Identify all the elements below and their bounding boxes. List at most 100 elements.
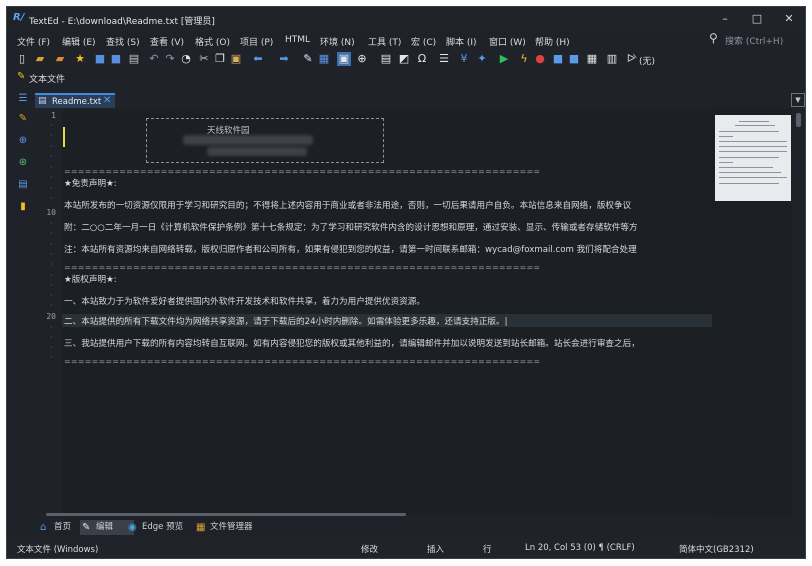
search-input[interactable]: 搜索 (Ctrl+H) <box>725 34 783 47</box>
grid-icon[interactable]: ▦ <box>585 52 599 66</box>
tag-tool-icon[interactable]: ✎ <box>17 113 29 125</box>
toolbar: ▯ ▰ ▰ ★ ■ ■ ▤ ↶ ↷ ◔ ✂ ❐ ▣ ⬅ ➡ ✎ ▦ ▣ ⊕ ▤ … <box>11 52 801 68</box>
horizontal-scroll-thumb[interactable] <box>46 513 406 516</box>
search-icon[interactable]: ⚲ <box>709 31 718 45</box>
title-bar: R/ TextEd - E:\download\Readme.txt [管理员]… <box>7 7 805 31</box>
theme-icon[interactable]: ᐭ <box>625 52 639 66</box>
menu-project[interactable]: 项目 (P) <box>240 35 273 48</box>
separator-line: ========================================… <box>64 263 541 272</box>
text-line: ★免责声明★: <box>64 179 117 189</box>
doc-type-dropdown[interactable]: 文本文件 <box>29 72 65 85</box>
stop-icon[interactable]: ■ <box>551 52 565 66</box>
pin-icon[interactable]: ✎ <box>301 52 315 66</box>
text-editor[interactable]: 1 10 20 · · · · · · · · · · · · · · · · · · · · · 天线软件… <box>34 109 712 515</box>
tab-close-icon[interactable]: ✕ <box>103 95 111 106</box>
text-line: 注：本站所有资源均来自网络转载，版权归原作者和公司所有，如果有侵犯到您的权益，请… <box>64 245 637 255</box>
tab-list-button[interactable]: ▼ <box>791 93 805 107</box>
lightning-icon[interactable]: ϟ <box>517 52 531 66</box>
line-number: 10 <box>46 208 56 217</box>
menu-tools[interactable]: 工具 (T) <box>368 35 401 48</box>
tab-file-manager-label: 文件管理器 <box>210 522 253 532</box>
status-mode[interactable]: 行 <box>483 543 492 555</box>
horizontal-scrollbar[interactable] <box>34 511 712 517</box>
menu-help[interactable]: 帮助 (H) <box>535 35 570 48</box>
tab-home-label: 首页 <box>54 522 72 532</box>
globe-dock-icon[interactable]: ⊕ <box>17 135 29 147</box>
menu-window[interactable]: 窗口 (W) <box>489 35 526 48</box>
menu-format[interactable]: 格式 (O) <box>195 35 230 48</box>
minimap-viewport[interactable] <box>715 115 791 201</box>
menu-html[interactable]: HTML <box>285 35 310 45</box>
save-all-icon[interactable]: ■ <box>109 52 123 66</box>
text-line: 本站所发布的一切资源仅限用于学习和研究目的；不得将上述内容用于商业或者非法用途，… <box>64 201 632 211</box>
line-gutter: 1 10 20 · · · · · · · · · · · · · · · · · · · · · <box>34 109 62 515</box>
text-line: 二、本站提供的所有下载文件均为网络共享资源，请于下载后的24小时内删除。如需体验… <box>64 317 508 327</box>
new-file-icon[interactable]: ▯ <box>15 52 29 66</box>
tag-icon[interactable]: ▤ <box>379 52 393 66</box>
text-line: ★版权声明★: <box>64 275 117 285</box>
minimize-button[interactable]: – <box>709 7 741 31</box>
favorites-star-icon[interactable]: ★ <box>73 52 87 66</box>
edit-icon: ✎ <box>82 522 91 533</box>
window-icon[interactable]: ▤ <box>17 179 29 191</box>
tab-file-manager[interactable]: ▦ 文件管理器 <box>194 520 280 535</box>
omega-icon[interactable]: Ω <box>415 52 429 66</box>
save-icon[interactable]: ■ <box>93 52 107 66</box>
close-button[interactable]: ✕ <box>773 7 805 31</box>
tab-readme[interactable]: ▤ Readme.txt ✕ <box>35 93 115 108</box>
frame-icon[interactable]: ◩ <box>397 52 411 66</box>
spell-icon[interactable]: ✦ <box>475 52 489 66</box>
find-icon[interactable]: ▦ <box>317 52 331 66</box>
text-line: 一、本站致力于为软件爱好者提供国内外软件开发技术和软件共享，着力为用户提供优资资… <box>64 297 425 307</box>
back-arrow-icon[interactable]: ⬅ <box>251 52 265 66</box>
preview-icon[interactable]: ▣ <box>337 52 351 66</box>
status-modified: 修改 <box>361 545 379 555</box>
vertical-scroll-thumb[interactable] <box>796 113 801 127</box>
redo-icon[interactable]: ↷ <box>163 52 177 66</box>
paste-icon[interactable]: ▣ <box>229 52 243 66</box>
cut-icon[interactable]: ✂ <box>197 52 211 66</box>
menu-view[interactable]: 查看 (V) <box>150 35 184 48</box>
text-line: 三、我站提供用户下载的所有内容均转自互联网。如有内容侵犯您的版权或其他利益的，请… <box>64 339 640 349</box>
link-icon[interactable]: ¥ <box>457 52 471 66</box>
status-position[interactable]: Ln 20, Col 53 (0) ¶ (CRLF) <box>525 543 635 553</box>
menu-edit[interactable]: 编辑 (E) <box>62 35 96 48</box>
separator-line: ========================================… <box>64 167 541 176</box>
edge-icon: ◉ <box>128 522 137 533</box>
tab-edge-label: Edge 预览 <box>142 522 184 532</box>
status-insert[interactable]: 插入 <box>427 543 444 555</box>
text-file-icon: ▤ <box>38 96 47 106</box>
undo-icon[interactable]: ↶ <box>147 52 161 66</box>
network-icon[interactable]: ⊛ <box>17 157 29 169</box>
playback-icon[interactable]: ■ <box>567 52 581 66</box>
record-icon[interactable]: ● <box>533 52 547 66</box>
print-icon[interactable]: ▤ <box>127 52 141 66</box>
menu-script[interactable]: 脚本 (I) <box>446 35 477 48</box>
vertical-scrollbar[interactable] <box>795 109 803 515</box>
list-icon[interactable]: ☰ <box>437 52 451 66</box>
menu-file[interactable]: 文件 (F) <box>17 35 50 48</box>
menu-environment[interactable]: 环境 (N) <box>320 35 355 48</box>
clipboard-icon[interactable]: ▮ <box>17 201 29 213</box>
copy-icon[interactable]: ❐ <box>213 52 227 66</box>
status-encoding[interactable]: 简体中文(GB2312) <box>679 543 754 555</box>
run-icon[interactable]: ▶ <box>497 52 511 66</box>
open-folder-icon[interactable]: ▰ <box>33 52 47 66</box>
header-box: 天线软件园 <box>146 118 384 163</box>
globe-icon[interactable]: ⊕ <box>355 52 369 66</box>
tab-edit-label: 编辑 <box>96 522 114 532</box>
minimap[interactable] <box>712 109 792 515</box>
status-bar: 文本文件 (Windows) 修改 插入 行 Ln 20, Col 53 (0)… <box>7 539 805 558</box>
outline-icon[interactable]: ☰ <box>17 93 29 105</box>
menu-search[interactable]: 查找 (S) <box>106 35 140 48</box>
menu-bar: 文件 (F) 编辑 (E) 查找 (S) 查看 (V) 格式 (O) 项目 (P… <box>7 33 805 49</box>
maximize-button[interactable]: □ <box>741 7 773 31</box>
tab-edge-preview[interactable]: ◉ Edge 预览 <box>126 520 204 535</box>
clock-icon[interactable]: ◔ <box>179 52 193 66</box>
table-icon[interactable]: ▥ <box>605 52 619 66</box>
text-line: 附：二○○二年一月一日《计算机软件保护条例》第十七条规定：为了学习和研究软件内含… <box>64 223 638 233</box>
theme-selector[interactable]: (无) <box>639 54 655 67</box>
forward-arrow-icon[interactable]: ➡ <box>277 52 291 66</box>
menu-macro[interactable]: 宏 (C) <box>411 35 436 48</box>
recent-folder-icon[interactable]: ▰ <box>53 52 67 66</box>
